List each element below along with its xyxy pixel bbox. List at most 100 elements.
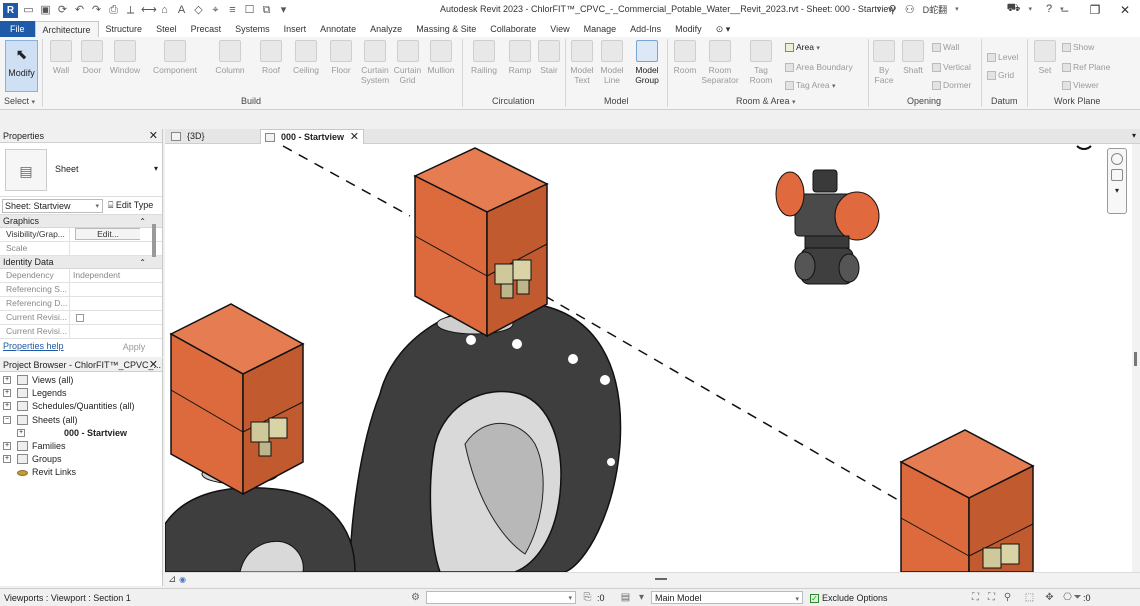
close-window-button[interactable]: ✕ — [1110, 0, 1140, 21]
tab-file[interactable]: File — [0, 21, 35, 37]
expand-toggle-icon[interactable]: + — [3, 376, 11, 384]
opening-wall-button[interactable]: Wall — [932, 42, 959, 53]
property-value[interactable] — [70, 297, 140, 310]
model-text-button[interactable]: Model Text — [568, 39, 596, 85]
save-icon[interactable]: ▣ — [39, 4, 52, 17]
tab-massing-site[interactable]: Massing & Site — [409, 21, 483, 37]
tab-systems[interactable]: Systems — [228, 21, 277, 37]
tab-startview[interactable]: 000 - Startview ✕ — [260, 129, 364, 144]
scrollbar-thumb[interactable] — [1134, 352, 1137, 366]
roof-button[interactable]: Roof — [257, 39, 285, 75]
railing-button[interactable]: Railing — [467, 39, 501, 75]
property-value[interactable] — [70, 311, 140, 324]
wall-button[interactable]: Wall — [48, 39, 74, 75]
section-icon[interactable]: ⌖ — [209, 4, 222, 17]
mullion-button[interactable]: Mullion — [425, 39, 457, 75]
3d-view-icon[interactable]: ◇ — [192, 4, 205, 17]
level-button[interactable]: Level — [987, 52, 1018, 63]
curtain-system-button[interactable]: Curtain System — [359, 39, 391, 85]
column-button[interactable]: Column — [211, 39, 249, 75]
tag-area-button[interactable]: Tag Area ▾ — [785, 80, 835, 91]
area-boundary-button[interactable]: Area Boundary — [785, 62, 853, 73]
horizontal-scrollbar[interactable] — [165, 572, 1140, 586]
floor-button[interactable]: Floor — [327, 39, 355, 75]
thin-lines-icon[interactable]: ≡ — [226, 4, 239, 17]
switch-windows-icon[interactable]: ⧉ — [260, 4, 273, 17]
tab-architecture[interactable]: Architecture — [34, 21, 99, 37]
expand-toggle-icon[interactable]: + — [17, 428, 25, 437]
tag-room-button[interactable]: Tag Room — [746, 39, 776, 85]
ref-plane-button[interactable]: Ref Plane — [1062, 62, 1110, 73]
zoom-icon[interactable] — [1111, 169, 1123, 181]
expand-toggle-icon[interactable]: + — [3, 441, 11, 450]
by-face-button[interactable]: By Face — [872, 39, 896, 85]
close-icon[interactable]: ✕ — [149, 129, 158, 143]
close-icon[interactable]: ✕ — [149, 358, 158, 372]
tab-add-ins[interactable]: Add-Ins — [623, 21, 668, 37]
view-tabs-menu-icon[interactable]: ▾ — [1132, 131, 1136, 140]
instance-filter-select[interactable]: Sheet: Startview ▾ — [2, 199, 103, 213]
property-value[interactable] — [70, 325, 140, 338]
design-options-icon[interactable]: ▤ — [620, 592, 631, 603]
set-work-plane-button[interactable]: Set — [1032, 39, 1058, 75]
zoom-menu-chevron-icon[interactable]: ▾ — [1111, 185, 1123, 197]
category-identity-data[interactable]: Identity Data ⌃ — [0, 256, 162, 269]
edit-visibility-button[interactable]: Edit... — [75, 228, 140, 240]
apply-button[interactable]: Apply — [110, 341, 158, 354]
properties-help-link[interactable]: Properties help — [3, 341, 64, 351]
design-option-chevron-icon[interactable]: ▾ — [636, 592, 647, 603]
workset-filter-dropdown[interactable]: ▾ — [426, 591, 576, 604]
open-icon[interactable]: ▭ — [22, 4, 35, 17]
ramp-button[interactable]: Ramp — [506, 39, 534, 75]
modify-button[interactable]: ⬉ Modify — [5, 40, 38, 92]
redo-icon[interactable]: ↷ — [90, 4, 103, 17]
tab-manage[interactable]: Manage — [577, 21, 624, 37]
tree-node-legends[interactable]: + Legends — [0, 387, 162, 400]
viewer-button[interactable]: Viewer — [1062, 80, 1099, 91]
editing-requests-icon[interactable]: ⎘ — [582, 592, 593, 603]
room-button[interactable]: Room — [671, 39, 699, 75]
sync-icon[interactable]: ⟳ — [56, 4, 69, 17]
print-icon[interactable]: ⎙ — [107, 4, 120, 17]
tab-3d-view[interactable]: {3D} — [167, 129, 257, 144]
restore-button[interactable]: ❐ — [1080, 0, 1110, 21]
expand-toggle-icon[interactable]: + — [3, 402, 11, 411]
grid-button[interactable]: Grid — [987, 70, 1014, 81]
model-group-button[interactable]: Model Group — [630, 39, 664, 85]
search-arrow-icon[interactable]: ‹ — [877, 3, 881, 15]
tree-node-views[interactable]: + Views (all) — [0, 374, 162, 387]
component-button[interactable]: Component — [149, 39, 201, 75]
worksharing-icon[interactable]: ⚙ — [410, 592, 421, 603]
select-underlay-icon[interactable]: ⛶ — [986, 592, 997, 603]
model-line-button[interactable]: Model Line — [598, 39, 626, 85]
close-tab-icon[interactable]: ✕ — [350, 130, 359, 145]
measure-icon[interactable]: ⟂ — [124, 4, 137, 17]
select-pinned-icon[interactable]: ⚲ — [1002, 592, 1013, 603]
expand-toggle-icon[interactable]: + — [3, 389, 11, 398]
tab-precast[interactable]: Precast — [184, 21, 229, 37]
filter-icon[interactable]: ⏷ — [1072, 592, 1083, 603]
tab-structure[interactable]: Structure — [99, 21, 150, 37]
reveal-hidden-icon[interactable]: ◉ — [179, 575, 186, 584]
ceiling-button[interactable]: Ceiling — [288, 39, 324, 75]
cart-chevron-icon[interactable]: ▾ — [1028, 5, 1032, 13]
search-icon[interactable]: ⚲ — [889, 3, 897, 16]
user-menu-chevron-icon[interactable]: ▾ — [955, 5, 959, 13]
checkbox[interactable] — [76, 313, 84, 322]
tab-view[interactable]: View — [543, 21, 576, 37]
steering-wheel-icon[interactable] — [1111, 153, 1123, 165]
aligned-dimension-icon[interactable]: ⟷ — [141, 4, 157, 17]
show-work-plane-button[interactable]: Show — [1062, 42, 1094, 53]
undo-icon[interactable]: ↶ — [73, 4, 86, 17]
property-value[interactable] — [70, 242, 140, 255]
tab-annotate[interactable]: Annotate — [313, 21, 363, 37]
properties-scrollbar[interactable] — [152, 224, 156, 257]
select-by-face-icon[interactable]: ⬚ — [1024, 592, 1035, 603]
revit-logo[interactable]: R — [3, 3, 18, 18]
minimize-button[interactable]: – — [1050, 0, 1080, 21]
navigation-bar[interactable]: ▾ — [1107, 148, 1127, 214]
tree-node-groups[interactable]: + Groups — [0, 453, 162, 466]
select-panel-label[interactable]: Select ▾ — [4, 96, 35, 106]
tab-analyze[interactable]: Analyze — [363, 21, 409, 37]
property-value[interactable]: Independent — [70, 269, 140, 282]
